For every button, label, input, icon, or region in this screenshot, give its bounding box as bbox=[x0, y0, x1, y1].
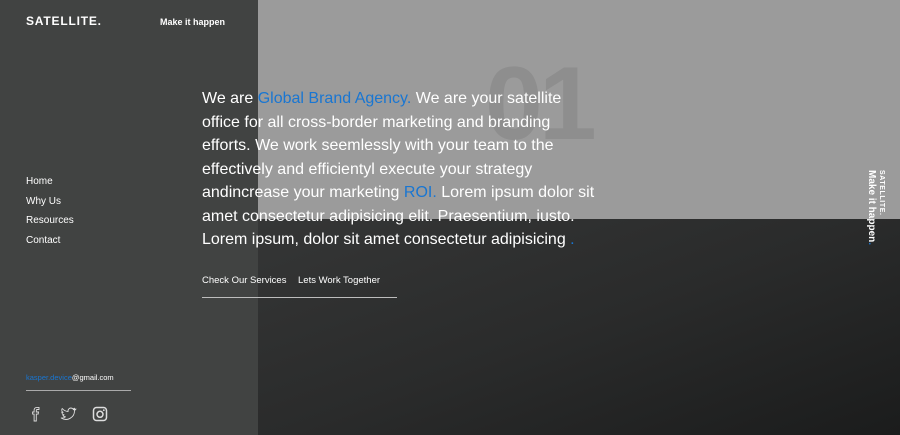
hero-accent-dot: . bbox=[570, 231, 575, 248]
check-services-link[interactable]: Check Our Services bbox=[202, 275, 286, 286]
hero-highlight-agency: Global Brand Agency. bbox=[257, 90, 412, 107]
vertical-brand: SATELLITE. Make it happen. bbox=[864, 170, 886, 245]
vertical-tagline-text: Make it happen bbox=[866, 170, 877, 243]
twitter-icon[interactable] bbox=[58, 404, 78, 424]
nav-item-resources[interactable]: Resources bbox=[26, 214, 74, 234]
hero-text-part1: We are bbox=[202, 90, 258, 107]
nav-item-contact[interactable]: Contact bbox=[26, 234, 74, 254]
nav-item-why-us[interactable]: Why Us bbox=[26, 195, 74, 215]
instagram-icon[interactable] bbox=[90, 404, 110, 424]
vertical-tagline: Make it happen. bbox=[865, 170, 877, 245]
facebook-icon[interactable] bbox=[26, 404, 46, 424]
hero-highlight-roi: ROI. bbox=[403, 184, 437, 201]
main-nav: Home Why Us Resources Contact bbox=[26, 175, 74, 253]
cta-group: Check Our Services Lets Work Together bbox=[202, 275, 397, 298]
email-user: kasper.device bbox=[26, 373, 72, 382]
email-domain: @gmail.com bbox=[71, 373, 114, 382]
nav-item-home[interactable]: Home bbox=[26, 175, 74, 195]
brand-logo[interactable]: SATELLITE. bbox=[26, 14, 102, 28]
contact-email[interactable]: kasper.device@gmail.com bbox=[26, 373, 131, 391]
work-together-link[interactable]: Lets Work Together bbox=[298, 275, 380, 286]
vertical-logo: SATELLITE. bbox=[878, 170, 885, 216]
hero-text: We are Global Brand Agency. We are your … bbox=[202, 87, 602, 252]
brand-tagline: Make it happen bbox=[160, 17, 226, 27]
vertical-tagline-dot: . bbox=[866, 242, 877, 246]
